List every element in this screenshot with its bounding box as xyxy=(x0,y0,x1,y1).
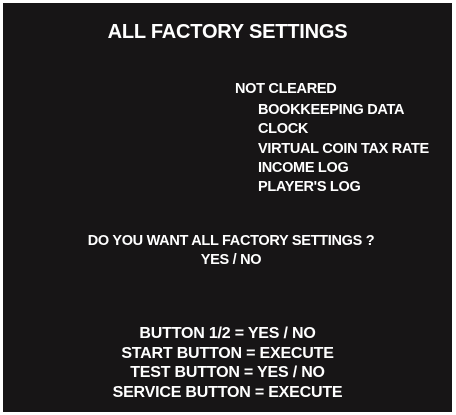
not-cleared-item-coin-tax: VIRTUAL COIN TAX RATE xyxy=(258,140,429,157)
confirm-prompt: DO YOU WANT ALL FACTORY SETTINGS ? YES /… xyxy=(3,232,456,270)
not-cleared-item-income-log: INCOME LOG xyxy=(258,159,349,176)
legend-service-button: SERVICE BUTTON = EXECUTE xyxy=(112,383,343,401)
not-cleared-item-bookkeeping: BOOKKEEPING DATA xyxy=(258,102,405,118)
yes-no-option[interactable]: YES / NO xyxy=(3,251,456,270)
button-legend: BUTTON 1/2 = YES / NO START BUTTON = EXE… xyxy=(3,324,452,402)
not-cleared-item-players-log: PLAYER'S LOG xyxy=(258,179,361,196)
not-cleared-item-clock: CLOCK xyxy=(258,121,309,138)
factory-settings-screen: ALL FACTORY SETTINGS NOT CLEARED BOOKKEE… xyxy=(3,3,452,412)
not-cleared-header: NOT CLEARED xyxy=(235,81,337,97)
legend-test-button: TEST BUTTON = YES / NO xyxy=(130,364,325,381)
legend-start-button: START BUTTON = EXECUTE xyxy=(121,344,334,362)
legend-button-12: BUTTON 1/2 = YES / NO xyxy=(139,325,316,342)
screen-title: ALL FACTORY SETTINGS xyxy=(107,21,348,43)
confirm-question: DO YOU WANT ALL FACTORY SETTINGS ? xyxy=(87,233,375,249)
not-cleared-list: BOOKKEEPING DATA CLOCK VIRTUAL COIN TAX … xyxy=(258,101,429,197)
